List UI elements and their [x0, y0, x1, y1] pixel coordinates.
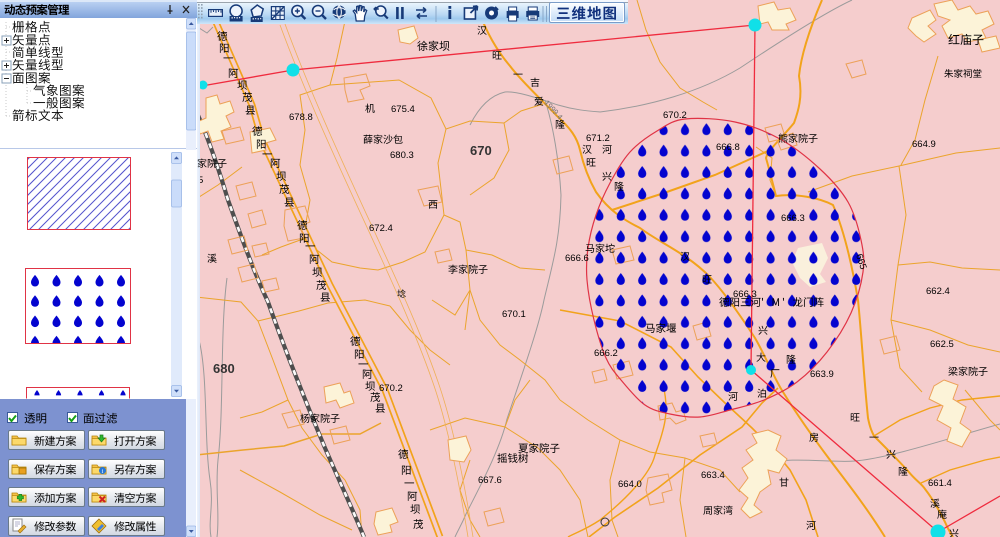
svg-text:672.4: 672.4: [369, 223, 393, 234]
svg-text:666.3: 666.3: [781, 213, 805, 224]
svg-text:662.4: 662.4: [926, 286, 950, 297]
svg-text:675.4: 675.4: [391, 104, 415, 115]
svg-text:666.6: 666.6: [565, 253, 589, 264]
svg-text:663.9: 663.9: [810, 369, 834, 380]
svg-text:663.4: 663.4: [701, 470, 725, 481]
svg-text:664.0: 664.0: [618, 479, 642, 490]
svg-text:666.8: 666.8: [716, 142, 740, 153]
svg-text:671.2: 671.2: [586, 133, 610, 144]
svg-text:680: 680: [213, 361, 235, 376]
svg-text:670.2: 670.2: [379, 383, 403, 394]
svg-text:678.8: 678.8: [289, 112, 313, 123]
svg-text:667.6: 667.6: [478, 475, 502, 486]
svg-text:664.9: 664.9: [912, 139, 936, 150]
svg-text:662.5: 662.5: [930, 339, 954, 350]
svg-text:670.2: 670.2: [663, 110, 687, 121]
svg-text:680.3: 680.3: [390, 150, 414, 161]
svg-text:666.3: 666.3: [733, 289, 757, 300]
svg-text:670: 670: [470, 143, 492, 158]
svg-text:666.2: 666.2: [594, 348, 618, 359]
svg-text:661.4: 661.4: [928, 478, 952, 489]
svg-text:670.1: 670.1: [502, 309, 526, 320]
